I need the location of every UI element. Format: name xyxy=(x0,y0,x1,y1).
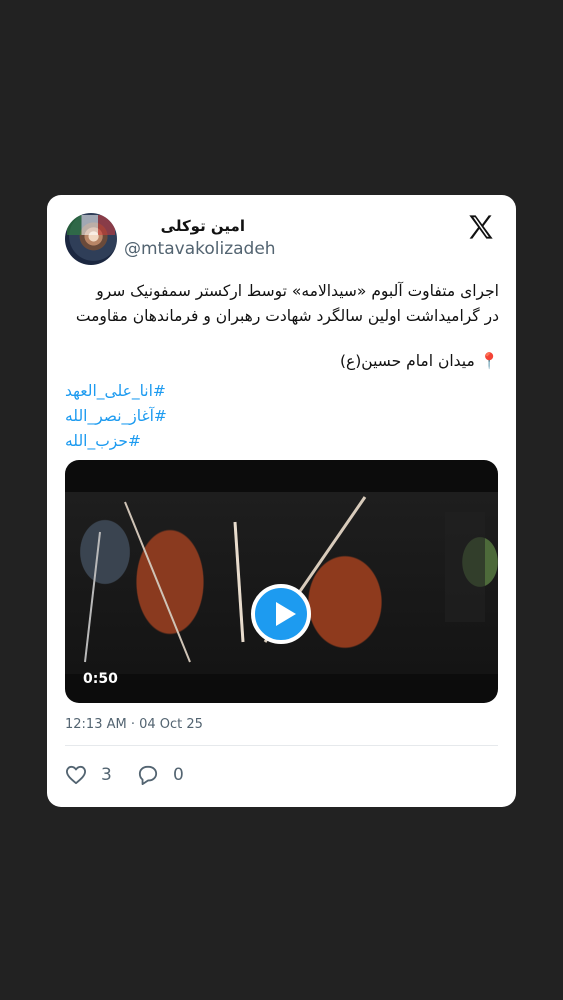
location-text: 📍 میدان امام حسین(ع) xyxy=(339,352,499,370)
author-name[interactable]: امین توکلی xyxy=(127,217,245,235)
like-count: 3 xyxy=(101,765,112,785)
tweet-text-line: در گرامیداشت اولین سالگرد شهادت رهبران و… xyxy=(75,307,499,325)
avatar-flag xyxy=(67,215,115,235)
video-frame xyxy=(65,492,498,674)
tweet-card: امین توکلی @mtavakolizadeh اجرای متفاوت … xyxy=(47,195,516,807)
x-logo-icon[interactable] xyxy=(467,213,495,241)
author-handle[interactable]: @mtavakolizadeh xyxy=(124,239,276,259)
hashtag-link[interactable]: #حزب_الله xyxy=(65,429,265,454)
avatar[interactable] xyxy=(65,213,117,265)
hashtag-list: #انا_علی_العهد #آغاز_نصر_الله #حزب_الله xyxy=(65,379,265,454)
play-button[interactable] xyxy=(251,584,311,644)
like-button[interactable]: 3 xyxy=(65,765,112,785)
tweet-text-line: اجرای متفاوت آلبوم «سیدالامه» توسط ارکست… xyxy=(96,282,499,300)
hashtag-link[interactable]: #آغاز_نصر_الله xyxy=(65,404,265,429)
video-thumbnail-art xyxy=(84,496,485,663)
heart-icon xyxy=(66,765,86,785)
tweet-text: اجرای متفاوت آلبوم «سیدالامه» توسط ارکست… xyxy=(67,279,499,329)
comment-icon xyxy=(138,765,158,785)
reply-count: 0 xyxy=(173,765,184,785)
tweet-timestamp[interactable]: 12:13 AM · 04 Oct 25 xyxy=(65,717,203,732)
video-player[interactable]: 0:50 xyxy=(65,460,498,703)
reply-button[interactable]: 0 xyxy=(137,765,184,785)
hashtag-link[interactable]: #انا_علی_العهد xyxy=(65,379,265,404)
divider xyxy=(65,745,498,746)
video-duration: 0:50 xyxy=(83,671,118,687)
